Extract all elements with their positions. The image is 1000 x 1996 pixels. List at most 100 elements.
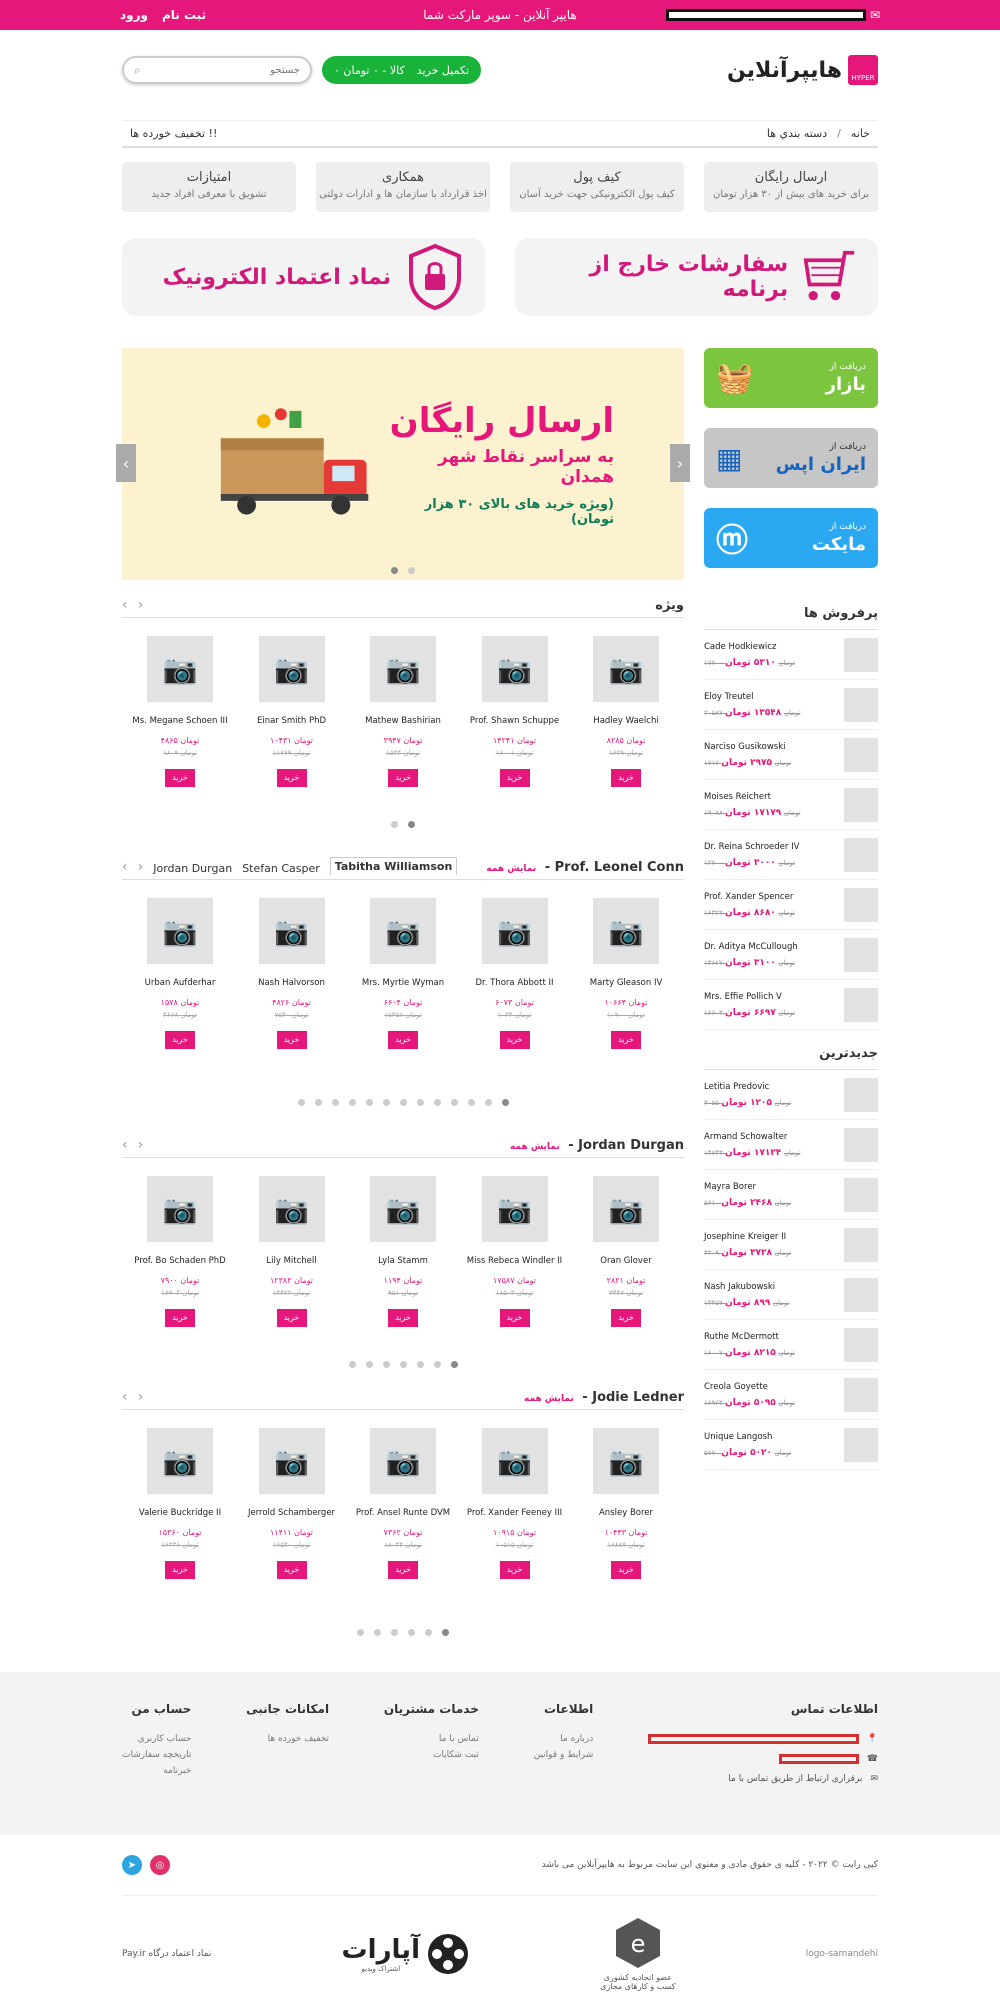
buy-button[interactable]: خرید <box>276 769 307 787</box>
sidebar-product[interactable]: Armand Schowalter ۱۴۷۴۳ تومان ۱۷۱۲۴ تومان <box>704 1120 878 1170</box>
product-name[interactable]: Mrs. Effie Pollich V <box>704 992 834 1002</box>
tab-jordan-durgan[interactable]: Jordan Durgan <box>153 862 232 875</box>
product-image[interactable]: 📷 <box>370 898 436 964</box>
telegram-icon[interactable]: ➤ <box>122 1855 142 1875</box>
product-name[interactable]: Mayra Borer <box>704 1182 834 1192</box>
sidebar-product[interactable]: Creola Goyette ۱۶۹۶۳ تومان ۵۰۹۵ تومان <box>704 1370 878 1420</box>
tab-stefan-casper[interactable]: Stefan Casper <box>242 862 320 875</box>
slider-prev-button[interactable]: ‹ <box>116 444 136 482</box>
product-image[interactable]: 📷 <box>593 1428 659 1494</box>
product-name[interactable]: Nash Jakubowski <box>704 1282 834 1292</box>
product-card[interactable]: 📷 Prof. Ansel Runte DVM ۷۳۶۲ تومان ۱۸۰۳۴ تو… <box>353 1428 453 1579</box>
chevron-left-icon[interactable]: ‹ <box>122 597 128 613</box>
chevron-right-icon[interactable]: › <box>138 1389 144 1405</box>
product-thumbnail[interactable] <box>844 987 878 1022</box>
product-name[interactable]: Prof. Xander Feeney III <box>465 1508 565 1518</box>
product-card[interactable]: 📷 Ansley Borer ۱۰۴۴۳ تومان ۱۶۸۸۹ تومان خرید <box>576 1428 676 1579</box>
product-name[interactable]: Ms. Megane Schoen III <box>130 716 230 726</box>
page-dot[interactable] <box>357 1629 364 1636</box>
product-image[interactable]: 📷 <box>370 1176 436 1242</box>
tab-tabitha-williamson[interactable]: Tabitha Williamson <box>329 857 458 875</box>
sidebar-product[interactable]: Ruthe McDermott ۱۶۰۰۷ تومان ۸۲۱۵ تومان <box>704 1320 878 1370</box>
page-dot[interactable] <box>348 1361 356 1368</box>
samandehi-logo[interactable]: logo-samandehi <box>806 1949 878 1959</box>
product-name[interactable]: Nash Halvorson <box>242 978 342 988</box>
sidebar-product[interactable]: Nash Jakubowski ۱۳۴۵۷ تومان ۸۹۹ تومان <box>704 1270 878 1320</box>
product-name[interactable]: Mathew Bashirian <box>353 716 453 726</box>
contact-link[interactable]: تماس با ما <box>384 1734 479 1744</box>
page-dot[interactable] <box>450 1361 458 1368</box>
categories-link[interactable]: دسته بندي ها <box>767 127 827 140</box>
complaints-link[interactable]: ثبت شکایات <box>384 1750 479 1760</box>
page-dot[interactable] <box>425 1629 432 1636</box>
product-card[interactable]: 📷 Oran Glover ۲۸۲۱ تومان ۳۴۴۷ تومان خرید <box>576 1176 676 1327</box>
search-box[interactable]: ⌕ <box>122 56 312 84</box>
union-badge[interactable]: e عضو اتحادیه کشوری کسب و کارهای مجازی <box>600 1916 676 1991</box>
buy-button[interactable]: خرید <box>499 1031 530 1049</box>
product-image[interactable]: 📷 <box>481 636 548 702</box>
product-name[interactable]: Hadley Waelchi <box>576 716 676 726</box>
product-image[interactable]: 📷 <box>593 636 659 702</box>
buy-button[interactable]: خرید <box>276 1561 307 1579</box>
page-dot[interactable] <box>382 1361 390 1368</box>
instagram-icon[interactable]: ◎ <box>150 1855 170 1875</box>
product-image[interactable]: 📷 <box>481 898 548 964</box>
chevron-right-icon[interactable]: › <box>138 597 144 613</box>
product-card[interactable]: 📷 Ms. Megane Schoen III ۴۸۶۵ تومان ۱۸۰۹ توم… <box>130 636 230 787</box>
buy-button[interactable]: خرید <box>388 769 418 787</box>
product-thumbnail[interactable] <box>844 887 878 922</box>
sidebar-product[interactable]: Mayra Borer ۵۶۱۰ تومان ۲۴۶۸ تومان <box>704 1170 878 1220</box>
sidebar-product[interactable]: Mrs. Effie Pollich V ۱۶۶۰۳ تومان ۶۶۹۷ توم… <box>704 980 878 1030</box>
product-thumbnail[interactable] <box>844 1377 878 1412</box>
buy-button[interactable]: خرید <box>276 1309 307 1327</box>
orders-banner[interactable]: سفارشات خارج از برنامه <box>515 238 878 316</box>
product-card[interactable]: 📷 Hadley Waelchi ۸۲۸۵ تومان ۱۶۲۹ تومان خرید <box>576 636 676 787</box>
product-card[interactable]: 📷 Lyla Stamm ۱۱۹۴ تومان ۹۵۱ تومان خرید <box>353 1176 453 1327</box>
product-name[interactable]: Unique Langosh <box>704 1432 834 1442</box>
product-name[interactable]: Prof. Ansel Runte DVM <box>353 1508 453 1518</box>
sidebar-product[interactable]: Josephine Kreiger II ۴۳۰۹ تومان ۳۷۲۸ توما… <box>704 1220 878 1270</box>
about-link[interactable]: درباره ما <box>534 1734 593 1744</box>
orders-history-link[interactable]: تاریخچه سفارشات <box>122 1750 191 1760</box>
aparat-logo[interactable]: آپارات اشتراک ویدیو <box>342 1932 470 1976</box>
product-card[interactable]: 📷 Miss Rebeca Windler II ۱۷۵۸۷ تومان ۱۸۵۰۳ … <box>465 1176 565 1327</box>
page-dot[interactable] <box>484 1099 492 1106</box>
sidebar-product[interactable]: Cade Hodkiewicz ۱۷۷۰۰ تومان ۵۳۱۰ تومان <box>704 630 878 680</box>
cart-button[interactable]: ۰ کالا - ۰ تومان تکمیل خرید <box>322 56 482 84</box>
sidebar-product[interactable]: Letitia Predovic ۳۰۵۵ تومان ۱۲۰۵ تومان <box>704 1070 878 1120</box>
product-name[interactable]: Valerie Buckridge II <box>130 1508 230 1518</box>
page-dot[interactable] <box>391 821 398 828</box>
payir-badge[interactable]: نماد اعتماد درگاه Pay.ir <box>122 1949 211 1959</box>
product-thumbnail[interactable] <box>844 787 878 822</box>
product-name[interactable]: Marty Gleason IV <box>576 978 676 988</box>
product-image[interactable]: 📷 <box>258 898 325 964</box>
buy-button[interactable]: خرید <box>165 1309 195 1327</box>
product-image[interactable]: 📷 <box>481 1176 548 1242</box>
product-image[interactable]: 📷 <box>147 1428 213 1494</box>
product-image[interactable]: 📷 <box>370 636 436 702</box>
product-image[interactable]: 📷 <box>147 898 213 964</box>
account-link[interactable]: حساب کاربری <box>122 1734 192 1744</box>
product-thumbnail[interactable] <box>844 1127 878 1162</box>
buy-button[interactable]: خرید <box>611 1031 641 1049</box>
slider-dot[interactable] <box>391 567 398 574</box>
product-card[interactable]: 📷 Urban Aufderhar ۱۵۷۸ تومان ۴۶۶۸ تومان خرید <box>130 898 230 1049</box>
product-name[interactable]: Miss Rebeca Windler II <box>465 1256 565 1266</box>
product-image[interactable]: 📷 <box>147 1176 213 1242</box>
product-name[interactable]: Cade Hodkiewicz <box>704 642 834 652</box>
slider-dot[interactable] <box>408 567 415 574</box>
page-dot[interactable] <box>501 1099 509 1106</box>
product-name[interactable]: Armand Schowalter <box>704 1132 834 1142</box>
page-dot[interactable] <box>348 1099 356 1106</box>
buy-button[interactable]: خرید <box>611 1561 641 1579</box>
buy-button[interactable]: خرید <box>499 1309 530 1327</box>
buy-button[interactable]: خرید <box>388 1309 418 1327</box>
product-name[interactable]: Creola Goyette <box>704 1382 834 1392</box>
product-name[interactable]: Josephine Kreiger II <box>704 1232 834 1242</box>
page-dot[interactable] <box>408 821 415 828</box>
product-card[interactable]: 📷 Nash Halvorson ۴۸۲۶ تومان ۷۵۴۰ تومان خرید <box>242 898 342 1049</box>
bazaar-download-button[interactable]: دریافت از بازار 🧺 <box>704 348 878 408</box>
discount-link[interactable]: تخفیف خورده ها !! <box>130 127 217 140</box>
chevron-right-icon[interactable]: › <box>138 1137 144 1153</box>
sidebar-product[interactable]: Unique Langosh ۵۷۷۰ تومان ۵۰۲۰ تومان <box>704 1420 878 1470</box>
